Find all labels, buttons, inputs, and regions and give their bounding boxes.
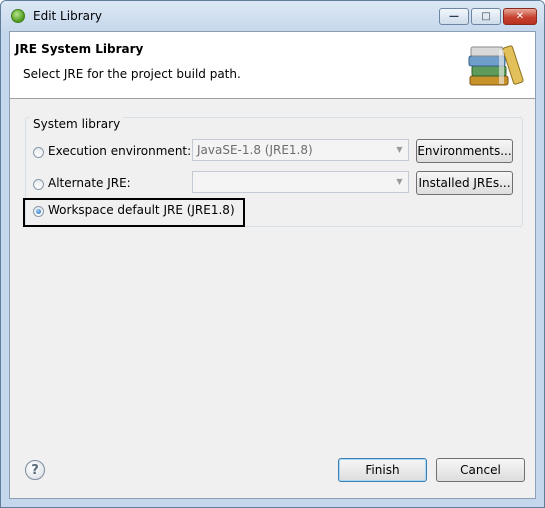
environments-button[interactable]: Environments... (416, 139, 513, 163)
execution-environment-radio[interactable] (33, 147, 44, 158)
page-description: Select JRE for the project build path. (23, 67, 241, 81)
alternate-jre-label: Alternate JRE: (48, 176, 131, 190)
execution-environment-select[interactable]: JavaSE-1.8 (JRE1.8) ▼ (192, 139, 409, 161)
close-button[interactable]: ✕ (503, 8, 537, 25)
highlight-box (23, 198, 245, 227)
page-title: JRE System Library (15, 42, 144, 56)
installed-jres-button[interactable]: Installed JREs... (416, 171, 513, 195)
chevron-down-icon: ▼ (396, 145, 403, 154)
execution-environment-label: Execution environment: (48, 144, 192, 158)
cancel-button[interactable]: Cancel (436, 458, 525, 482)
alternate-jre-select[interactable]: ▼ (192, 171, 409, 193)
system-library-label: System library (30, 117, 124, 131)
execution-environment-value: JavaSE-1.8 (JRE1.8) (197, 143, 313, 157)
help-icon[interactable]: ? (25, 460, 45, 480)
minimize-button[interactable]: — (439, 8, 469, 25)
library-books-icon (468, 45, 524, 86)
app-icon (11, 9, 25, 23)
maximize-button[interactable]: □ (471, 8, 501, 25)
window-title: Edit Library (33, 9, 103, 23)
edit-library-window: Edit Library — □ ✕ JRE System Library Se… (0, 0, 545, 508)
alternate-jre-radio[interactable] (33, 179, 44, 190)
finish-button[interactable]: Finish (338, 458, 427, 482)
dialog-header: JRE System Library Select JRE for the pr… (10, 32, 535, 99)
title-bar[interactable]: Edit Library — □ ✕ (1, 1, 544, 31)
chevron-down-icon: ▼ (396, 177, 403, 186)
dialog-body: JRE System Library Select JRE for the pr… (9, 31, 536, 499)
